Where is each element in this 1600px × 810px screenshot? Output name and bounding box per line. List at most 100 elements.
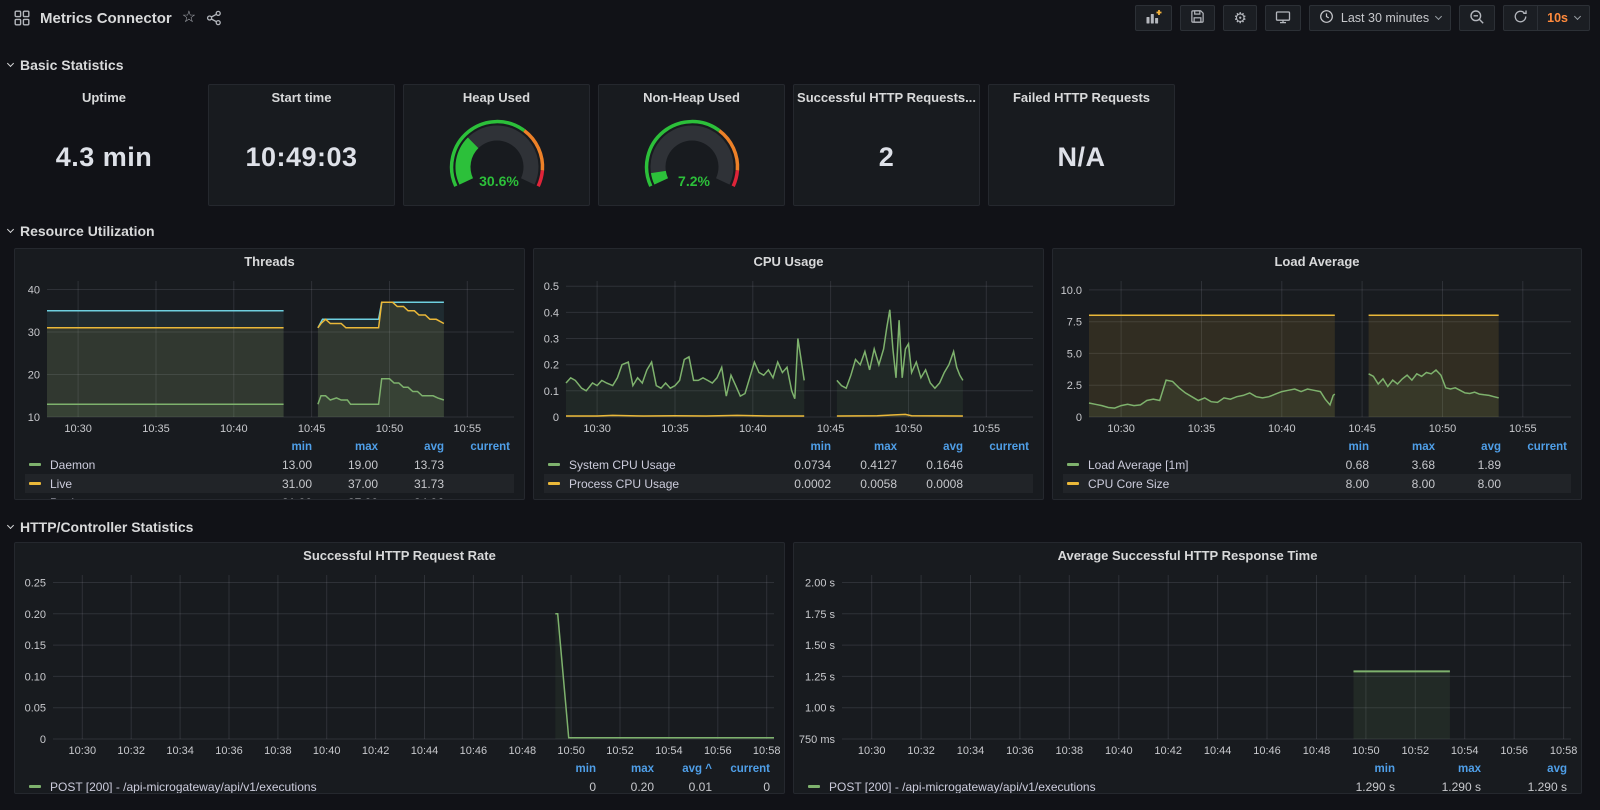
panel-cpu-usage: CPU Usage 10:30 10:35 10:40 10:45 10:50 10:55… (533, 248, 1044, 500)
panel-non-heap-used: Non-Heap Used 7.2% (598, 84, 785, 206)
svg-text:10:50: 10:50 (1429, 423, 1457, 435)
legend-sort-current[interactable]: current (712, 763, 770, 775)
legend-sort-min[interactable]: min (246, 441, 312, 453)
panel-title[interactable]: Average Successful HTTP Response Time (794, 543, 1581, 567)
panel-http-request-rate: Successful HTTP Request Rate 10:30 10:32 1… (14, 542, 785, 794)
http-response-time-chart[interactable]: 10:30 10:32 10:34 10:36 10:38 10:40 10:42 10:44… (794, 567, 1581, 759)
add-panel-button[interactable] (1135, 5, 1173, 31)
refresh-button[interactable] (1504, 6, 1537, 30)
panel-title[interactable]: Threads (15, 249, 524, 273)
legend-sort-max[interactable]: max (312, 441, 378, 453)
svg-text:10:55: 10:55 (1509, 423, 1537, 435)
svg-text:2.5: 2.5 (1067, 380, 1082, 392)
series-name[interactable]: Daemon (50, 458, 95, 472)
series-swatch[interactable] (1067, 463, 1079, 466)
cycle-view-button[interactable] (1264, 5, 1301, 31)
dashboard-title[interactable]: Metrics Connector (40, 10, 172, 27)
legend-sort-min[interactable]: min (1309, 763, 1395, 775)
legend-sort-avg[interactable]: avg (378, 441, 444, 453)
series-swatch[interactable] (548, 463, 560, 466)
zoom-out-button[interactable] (1459, 5, 1496, 31)
http-request-rate-chart[interactable]: 10:30 10:32 10:34 10:36 10:38 10:40 10:42 10:44… (15, 567, 784, 759)
series-swatch[interactable] (808, 785, 820, 788)
series-name[interactable]: POST [200] - /api-microgateway/api/v1/ex… (50, 780, 317, 794)
series-name[interactable]: CPU Core Size (1088, 477, 1169, 491)
panel-threads: Threads 10:30 10:35 10:40 10:45 10:50 10:55 10… (14, 248, 525, 500)
panel-title[interactable]: Start time (209, 85, 394, 109)
cpu-usage-legend: min max avg current System CPU Usage 0.0734 0.… (544, 439, 1033, 499)
dashboard-grid-icon[interactable] (14, 10, 30, 26)
legend-sort-min[interactable]: min (1303, 441, 1369, 453)
legend-sort-current[interactable]: current (1501, 441, 1567, 453)
section-http-controller-statistics[interactable]: HTTP/Controller Statistics (6, 518, 1600, 536)
svg-text:10:30: 10:30 (583, 423, 611, 435)
panel-title[interactable]: CPU Usage (534, 249, 1043, 273)
legend-header: min max avg ^ current (25, 761, 774, 777)
legend-sort-avg[interactable]: avg (897, 441, 963, 453)
svg-text:10:50: 10:50 (1352, 745, 1380, 757)
series-swatch[interactable] (29, 785, 41, 788)
refresh-interval-picker[interactable]: 10s (1538, 6, 1589, 30)
threads-chart[interactable]: 10:30 10:35 10:40 10:45 10:50 10:55 10 20 30 40 (15, 273, 524, 437)
svg-text:0.25: 0.25 (25, 578, 46, 590)
svg-text:0: 0 (553, 412, 559, 424)
legend-header: min max avg current (1063, 439, 1571, 455)
svg-text:10.0: 10.0 (1061, 285, 1082, 297)
series-name[interactable]: Load Average [1m] (1088, 458, 1189, 472)
svg-text:20: 20 (28, 370, 40, 382)
panel-title[interactable]: Heap Used (404, 85, 589, 109)
svg-text:0.20: 0.20 (25, 609, 46, 621)
svg-text:10:40: 10:40 (1105, 745, 1133, 757)
add-panel-icon (1145, 9, 1162, 28)
legend-sort-max[interactable]: max (1395, 763, 1481, 775)
svg-text:10:40: 10:40 (313, 745, 341, 757)
series-swatch[interactable] (29, 463, 41, 466)
legend-sort-avg[interactable]: avg (1481, 763, 1567, 775)
series-name[interactable]: Process CPU Usage (569, 477, 679, 491)
panel-title[interactable]: Failed HTTP Requests (989, 85, 1174, 109)
panel-heap-used: Heap Used 30.6% (403, 84, 590, 206)
save-dashboard-button[interactable] (1180, 5, 1216, 31)
series-name[interactable]: System CPU Usage (569, 458, 676, 472)
legend-value: 0.0058 (860, 476, 897, 491)
legend-sort-max[interactable]: max (831, 441, 897, 453)
series-name[interactable]: Live (50, 477, 72, 491)
legend-header: min max avg current (25, 439, 514, 455)
legend-value: 0.0734 (794, 457, 831, 472)
panel-title[interactable]: Uptime (9, 85, 199, 109)
star-icon[interactable]: ☆ (182, 10, 196, 26)
series-name[interactable]: Peak (50, 496, 77, 500)
http-statistics-row: Successful HTTP Request Rate 10:30 10:32 1… (14, 542, 1600, 794)
series-swatch[interactable] (1067, 482, 1079, 485)
series-name[interactable]: POST [200] - /api-microgateway/api/v1/ex… (829, 780, 1096, 794)
legend-value: 8.00 (1345, 476, 1369, 491)
legend-value: 1.89 (1477, 457, 1501, 472)
legend-sort-avg[interactable]: avg (1435, 441, 1501, 453)
legend-sort-max[interactable]: max (1369, 441, 1435, 453)
section-basic-statistics[interactable]: Basic Statistics (6, 56, 1600, 74)
legend-sort-max[interactable]: max (596, 763, 654, 775)
series-swatch[interactable] (29, 482, 41, 485)
svg-text:10:40: 10:40 (1268, 423, 1296, 435)
panel-title[interactable]: Load Average (1053, 249, 1581, 273)
section-resource-utilization[interactable]: Resource Utilization (6, 222, 1600, 240)
legend-sort-min[interactable]: min (538, 763, 596, 775)
legend-value: 0.0002 (794, 476, 831, 491)
load-average-chart[interactable]: 10:30 10:35 10:40 10:45 10:50 10:55 0 2.5 5.0 7.5… (1053, 273, 1581, 437)
dashboard-settings-button[interactable]: ⚙ (1223, 5, 1257, 31)
legend-sort-current[interactable]: current (963, 441, 1029, 453)
panel-title[interactable]: Successful HTTP Request Rate (15, 543, 784, 567)
legend-sort-current[interactable]: current (444, 441, 510, 453)
share-icon[interactable] (206, 10, 222, 26)
svg-text:10:36: 10:36 (215, 745, 243, 757)
uptime-value: 4.3 min (55, 141, 153, 172)
svg-text:10:50: 10:50 (557, 745, 585, 757)
legend-row: System CPU Usage 0.0734 0.4127 0.1646 (544, 455, 1033, 474)
cpu-usage-chart[interactable]: 10:30 10:35 10:40 10:45 10:50 10:55 0 0.1 0.2 0.3… (534, 273, 1043, 437)
time-range-picker[interactable]: Last 30 minutes (1308, 5, 1452, 31)
legend-sort-avg[interactable]: avg ^ (654, 763, 712, 775)
series-swatch[interactable] (548, 482, 560, 485)
legend-sort-min[interactable]: min (765, 441, 831, 453)
panel-title[interactable]: Successful HTTP Requests... (794, 85, 979, 109)
panel-title[interactable]: Non-Heap Used (599, 85, 784, 109)
